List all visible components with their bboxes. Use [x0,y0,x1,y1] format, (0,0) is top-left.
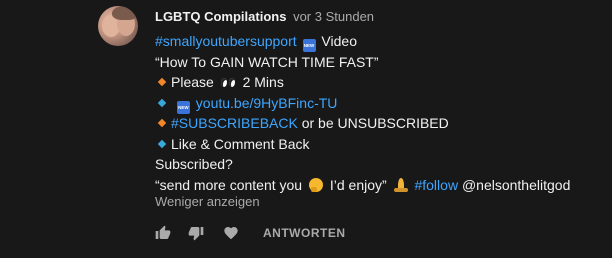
comment-line-text: “How To GAIN WATCH TIME FAST” [155,53,379,70]
dislike-button[interactable] [188,225,204,241]
comment-line-1: #smallyoutubersupport NEW Video [155,31,605,52]
comment-header: LGBTQ Compilations vor 3 Stunden [155,8,605,26]
hashtag-link[interactable]: #SUBSCRIBEBACK [171,115,298,131]
avatar-hair [112,6,138,20]
video-link[interactable]: youtu.be/9HyBFinc-TU [196,95,338,111]
folded-hands-emoji-icon [393,177,408,192]
comment-line-4: NEW youtu.be/9HyBFinc-TU [155,93,605,114]
new-badge-icon: NEW [176,100,190,114]
heart-button[interactable] [223,225,239,241]
comment-timestamp[interactable]: vor 3 Stunden [293,9,374,24]
author-name[interactable]: LGBTQ Compilations [155,9,286,24]
comment-line-text: or be UNSUBSCRIBED [301,115,449,131]
comment-line-6: Like & Comment Back [155,134,605,155]
comment-line-text: Like & Comment Back [171,135,310,152]
mention-text: @nelsonthelitgod [461,176,571,193]
comment-line-3: Please 2 Mins [155,72,605,93]
comment-line-text: Subscribed? [155,156,233,172]
reply-button[interactable]: ANTWORTEN [263,226,346,240]
eyes-emoji-icon [220,78,236,88]
show-less-button[interactable]: Weniger anzeigen [155,194,260,209]
hashtag-link[interactable]: #follow [414,177,458,193]
new-badge-icon: NEW [302,39,316,52]
blue-diamond-icon [157,139,167,148]
comment-line-text: I’d enjoy” [329,176,387,193]
thinking-face-emoji-icon [308,177,323,192]
comment-line-text: Please [171,74,214,90]
blue-diamond-icon [157,98,167,107]
thumbs-down-icon [188,227,204,241]
comment-line-text: Video [321,33,357,49]
comment-thread: LGBTQ Compilations vor 3 Stunden #smally… [0,0,612,258]
avatar[interactable] [98,6,138,46]
hashtag-link[interactable]: #smallyoutubersupport [155,33,297,49]
comment-line-text: “send more content you [155,176,303,193]
comment-line-7: Subscribed? [155,154,605,175]
comment-body: LGBTQ Compilations vor 3 Stunden #smally… [155,8,605,195]
comment-text: #smallyoutubersupport NEW Video “How To … [155,31,605,195]
orange-diamond-icon [157,77,167,87]
orange-diamond-icon [157,118,167,128]
heart-icon [224,227,238,240]
comment-line-5: #SUBSCRIBEBACK or be UNSUBSCRIBED [155,113,605,134]
thumbs-up-icon [155,225,171,239]
like-button[interactable] [155,225,171,241]
comment-line-2: “How To GAIN WATCH TIME FAST” [155,52,605,73]
comment-line-text: 2 Mins [242,74,284,90]
comment-actions: ANTWORTEN [155,224,346,242]
comment-line-8: “send more content you I’d enjoy” #follo… [155,175,605,196]
